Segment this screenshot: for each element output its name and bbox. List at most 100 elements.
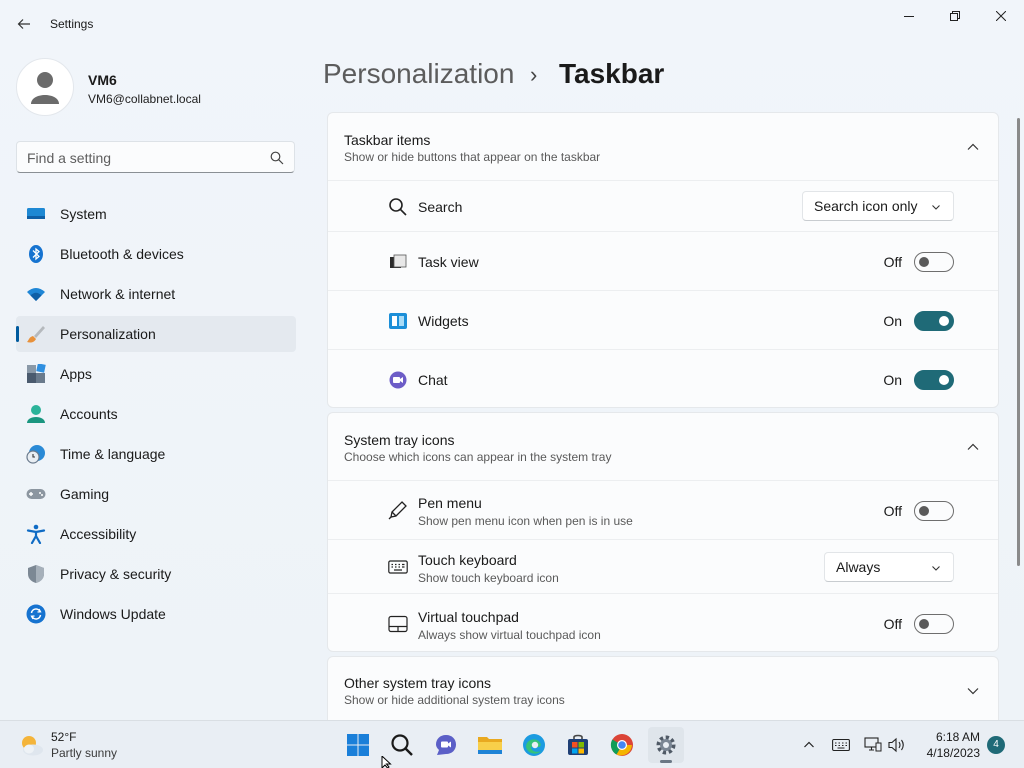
sidebar-item-label: Accessibility — [60, 526, 137, 542]
chevron-up-icon[interactable] — [966, 140, 980, 154]
show-hidden-icons-button[interactable] — [799, 735, 819, 755]
sidebar-item-privacy[interactable]: Privacy & security — [16, 556, 296, 592]
avatar[interactable] — [16, 58, 74, 116]
weather-temperature: 52°F — [51, 730, 77, 744]
volume-button[interactable] — [887, 735, 907, 755]
sidebar-item-network[interactable]: Network & internet — [16, 276, 296, 312]
back-button[interactable] — [12, 12, 36, 36]
search-icon — [270, 151, 284, 165]
toggle-knob — [919, 619, 929, 629]
sidebar-item-label: Windows Update — [60, 606, 166, 622]
sidebar-item-time-language[interactable]: Time & language — [16, 436, 296, 472]
system-icon — [27, 208, 45, 219]
taskbar-store[interactable] — [560, 727, 596, 763]
toggle-state-label: On — [883, 313, 902, 329]
selection-indicator — [16, 326, 19, 342]
clock-date: 4/18/2023 — [926, 746, 980, 760]
update-icon — [26, 604, 46, 624]
taskbar-edge[interactable] — [516, 727, 552, 763]
row-description: Always show virtual touchpad icon — [418, 628, 601, 642]
accounts-icon — [27, 405, 45, 423]
sidebar-item-windows-update[interactable]: Windows Update — [16, 596, 296, 632]
setting-row-search: Search Search icon only — [328, 180, 998, 232]
row-label: Touch keyboard — [418, 552, 517, 568]
file-explorer-icon — [478, 737, 502, 754]
chevron-down-icon[interactable] — [966, 684, 980, 698]
sidebar-item-gaming[interactable]: Gaming — [16, 476, 296, 512]
taskbar-file-explorer[interactable] — [472, 727, 508, 763]
section-title: Other system tray icons — [344, 675, 492, 691]
minimize-button[interactable] — [886, 4, 932, 28]
setting-row-virtual-touchpad: Virtual touchpad Always show virtual tou… — [328, 593, 998, 652]
section-title: Taskbar items — [344, 132, 431, 148]
sidebar-item-label: Network & internet — [60, 286, 176, 302]
search-icon — [391, 734, 413, 756]
search-mode-dropdown[interactable]: Search icon only — [802, 191, 954, 221]
close-button[interactable] — [978, 4, 1024, 28]
minimize-icon — [904, 16, 914, 17]
search-input[interactable] — [27, 148, 257, 168]
start-button[interactable] — [340, 727, 376, 763]
pen-menu-toggle[interactable] — [914, 501, 954, 521]
notification-count-badge[interactable]: 4 — [987, 736, 1005, 754]
sidebar-item-system[interactable]: System — [16, 196, 296, 232]
store-icon — [568, 734, 588, 755]
sidebar-item-label: Apps — [60, 366, 92, 382]
taskbar-chat-button[interactable] — [428, 727, 464, 763]
start-icon — [347, 734, 369, 756]
system-tray-header[interactable]: System tray icons Choose which icons can… — [328, 413, 998, 481]
scrollbar-thumb[interactable] — [1017, 118, 1020, 566]
user-icon — [31, 72, 59, 104]
sidebar-item-label: Privacy & security — [60, 566, 172, 582]
wifi-icon — [27, 288, 45, 301]
sidebar-item-label: Time & language — [60, 446, 166, 462]
shield-icon — [28, 565, 44, 583]
sidebar-item-accounts[interactable]: Accounts — [16, 396, 296, 432]
touch-keyboard-dropdown[interactable]: Always — [824, 552, 954, 582]
search-icon — [389, 198, 407, 216]
find-setting-search[interactable] — [16, 141, 295, 173]
section-subtitle: Choose which icons can appear in the sys… — [344, 450, 612, 464]
setting-row-pen-menu: Pen menu Show pen menu icon when pen is … — [328, 480, 998, 539]
maximize-button[interactable] — [932, 4, 978, 28]
sidebar-item-apps[interactable]: Apps — [16, 356, 296, 392]
toggle-knob — [919, 257, 929, 267]
taskbar-settings[interactable] — [648, 727, 684, 763]
settings-icon — [656, 735, 676, 755]
widgets-icon — [389, 313, 407, 329]
other-tray-icons-section[interactable]: Other system tray icons Show or hide add… — [327, 656, 999, 726]
taskbar-chrome[interactable] — [604, 727, 640, 763]
task-view-icon — [390, 254, 407, 268]
clock-time: 6:18 AM — [935, 730, 980, 744]
row-description: Show pen menu icon when pen is in use — [418, 514, 633, 528]
network-status-button[interactable] — [863, 735, 883, 755]
widgets-toggle[interactable] — [914, 311, 954, 331]
setting-row-task-view: Task view Off — [328, 231, 998, 290]
app-title: Settings — [50, 17, 94, 31]
sidebar-item-label: Bluetooth & devices — [60, 246, 184, 262]
sidebar-item-bluetooth[interactable]: Bluetooth & devices — [16, 236, 296, 272]
virtual-touchpad-toggle[interactable] — [914, 614, 954, 634]
breadcrumb-separator: › — [530, 62, 538, 87]
system-tray-icons-section: System tray icons Choose which icons can… — [327, 412, 999, 652]
task-view-toggle[interactable] — [914, 252, 954, 272]
chevron-down-icon — [932, 566, 940, 571]
setting-row-chat: Chat On — [328, 349, 998, 408]
chevron-up-icon — [804, 741, 814, 748]
chat-toggle[interactable] — [914, 370, 954, 390]
breadcrumb-parent-link[interactable]: Personalization — [323, 58, 514, 90]
brush-icon — [27, 326, 45, 343]
row-label: Search — [418, 199, 463, 215]
chevron-up-icon[interactable] — [966, 440, 980, 454]
section-subtitle: Show or hide additional system tray icon… — [344, 693, 565, 707]
restore-icon — [950, 11, 960, 21]
sidebar-item-personalization[interactable]: Personalization — [16, 316, 296, 352]
input-indicator-button[interactable] — [831, 735, 851, 755]
chrome-icon — [610, 734, 633, 756]
globe-clock-icon — [26, 445, 45, 464]
sidebar-item-accessibility[interactable]: Accessibility — [16, 516, 296, 552]
taskbar-items-header[interactable]: Taskbar items Show or hide buttons that … — [328, 113, 998, 181]
mouse-cursor-icon — [381, 756, 392, 768]
section-subtitle: Show or hide buttons that appear on the … — [344, 150, 601, 164]
teams-chat-icon — [436, 735, 456, 755]
